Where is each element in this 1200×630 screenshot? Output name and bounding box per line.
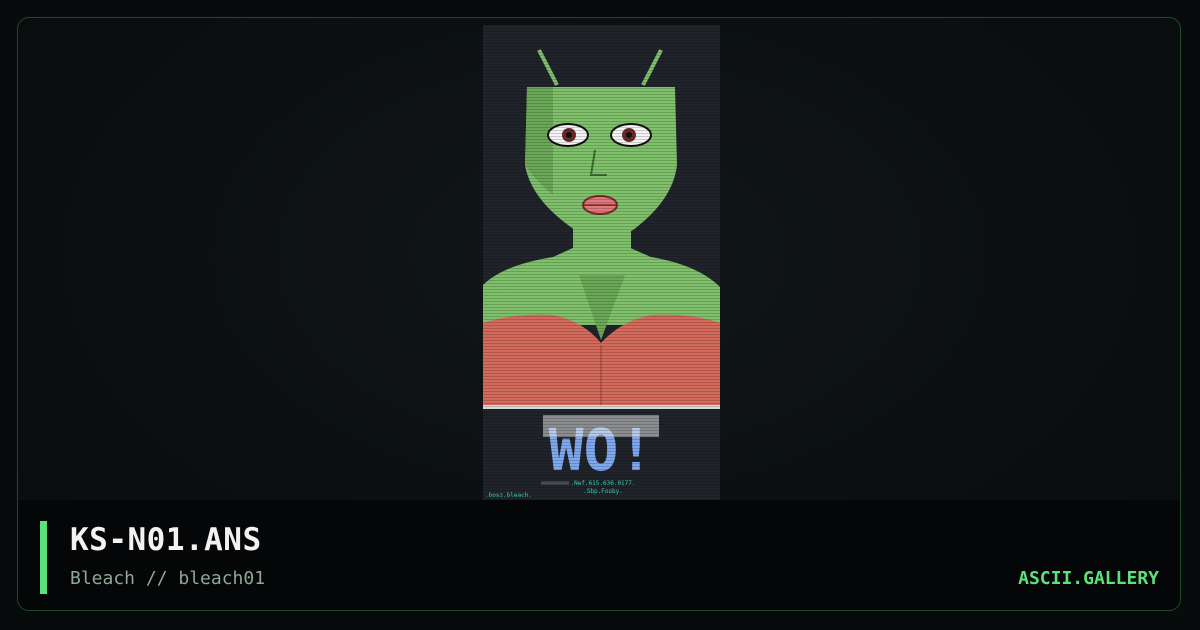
accent-bar: [40, 521, 47, 594]
info-footer: KS-N01.ANS Bleach // bleach01 ASCII.GALL…: [18, 500, 1180, 610]
art-credit-line-2: .Sbp.Fooby.: [583, 488, 623, 495]
ansi-artwork-preview[interactable]: WO! .Nwf.615.636.0177. .Sbp.Fooby. .bosz…: [483, 25, 720, 500]
art-credit-line-1: .Nwf.615.636.0177.: [570, 480, 635, 487]
site-brand[interactable]: ASCII.GALLERY: [1018, 568, 1159, 589]
file-title[interactable]: KS-N01.ANS: [70, 522, 262, 558]
alien-portrait-icon: WO! .Nwf.615.636.0177. .Sbp.Fooby. .bosz…: [483, 25, 720, 500]
art-signature: .bosz.bleach.: [485, 492, 532, 499]
art-divider: [483, 405, 720, 409]
artist-subtitle[interactable]: Bleach // bleach01: [70, 568, 265, 589]
og-card: WO! .Nwf.615.636.0177. .Sbp.Fooby. .bosz…: [17, 17, 1181, 611]
